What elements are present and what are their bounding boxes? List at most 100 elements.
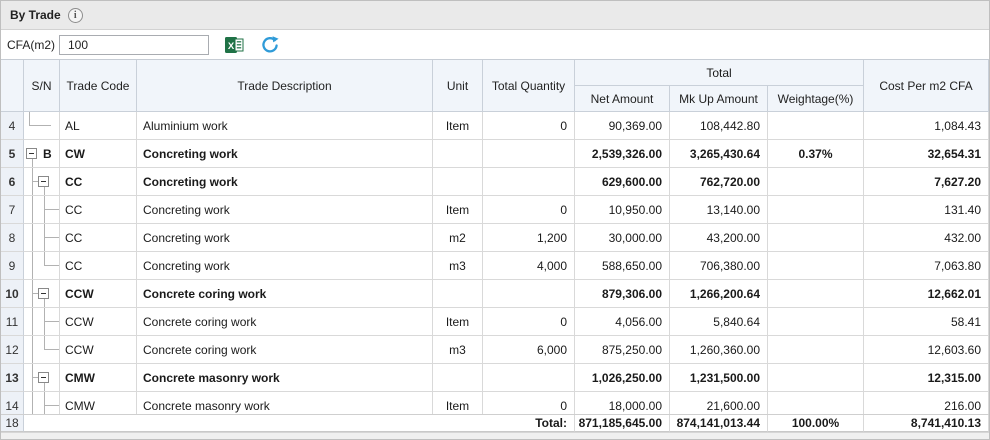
column-header-total-group[interactable]: Total	[575, 60, 864, 86]
total-quantity-cell: 0	[483, 112, 575, 140]
collapse-expander-icon[interactable]	[38, 176, 49, 187]
table-row[interactable]: 6 CC Concreting work 629,600.00 762,720.…	[1, 168, 989, 196]
collapse-expander-icon[interactable]	[38, 288, 49, 299]
table-row[interactable]: 4 AL Aluminium work Item 0 90,369.00 108…	[1, 112, 989, 140]
collapse-expander-icon[interactable]	[26, 148, 37, 159]
collapse-expander-icon[interactable]	[38, 372, 49, 383]
sn-cell	[24, 392, 60, 414]
unit-cell	[433, 364, 483, 392]
table-row[interactable]: 9 CC Concreting work m3 4,000 588,650.00…	[1, 252, 989, 280]
tree-line-vertical	[32, 196, 33, 223]
table-row[interactable]: 13 CMW Concrete masonry work 1,026,250.0…	[1, 364, 989, 392]
total-quantity-cell	[483, 168, 575, 196]
row-number-cell[interactable]: 9	[1, 252, 24, 280]
trade-description-cell: Concreting work	[137, 224, 433, 252]
column-header-mkup-amount[interactable]: Mk Up Amount	[670, 86, 768, 112]
weightage-cell	[768, 280, 864, 308]
table-header: S/N Trade Code Trade Description Unit To…	[1, 59, 989, 112]
row-number-cell[interactable]: 12	[1, 336, 24, 364]
mkup-amount-cell: 762,720.00	[670, 168, 768, 196]
sn-cell: B	[24, 140, 60, 168]
column-header-trade-code[interactable]: Trade Code	[60, 60, 137, 112]
minus-glyph	[41, 293, 46, 294]
table-row[interactable]: 8 CC Concreting work m2 1,200 30,000.00 …	[1, 224, 989, 252]
net-amount-cell: 2,539,326.00	[575, 140, 670, 168]
total-row: 18 Total: 871,185,645.00 874,141,013.44 …	[1, 414, 989, 432]
row-number-cell[interactable]: 13	[1, 364, 24, 392]
cost-per-m2-cell: 432.00	[864, 224, 989, 252]
column-header-sn[interactable]: S/N	[24, 60, 60, 112]
cost-per-m2-cell: 12,603.60	[864, 336, 989, 364]
mkup-amount-cell: 1,260,360.00	[670, 336, 768, 364]
total-row-number: 18	[1, 415, 24, 432]
column-header-unit[interactable]: Unit	[433, 60, 483, 112]
sn-cell	[24, 224, 60, 252]
sn-cell	[24, 280, 60, 308]
table-row[interactable]: 10 CCW Concrete coring work 879,306.00 1…	[1, 280, 989, 308]
cfa-label: CFA(m2)	[7, 37, 55, 52]
excel-export-button[interactable]: X	[223, 34, 245, 56]
column-group-total: Total Net Amount Mk Up Amount Weightage(…	[575, 60, 864, 112]
weightage-cell	[768, 364, 864, 392]
net-amount-cell: 588,650.00	[575, 252, 670, 280]
trade-description-cell: Concreting work	[137, 252, 433, 280]
row-number-cell[interactable]: 10	[1, 280, 24, 308]
row-number-cell[interactable]: 6	[1, 168, 24, 196]
total-quantity-cell: 4,000	[483, 252, 575, 280]
trade-code-cell: CCW	[60, 336, 137, 364]
column-header-cost-per-m2[interactable]: Cost Per m2 CFA	[864, 60, 989, 112]
table-row[interactable]: 14 CMW Concrete masonry work Item 0 18,0…	[1, 392, 989, 414]
row-number-cell[interactable]: 11	[1, 308, 24, 336]
tree-line-vertical	[44, 299, 45, 307]
mkup-amount-cell: 108,442.80	[670, 112, 768, 140]
weightage-cell	[768, 392, 864, 414]
net-amount-cell: 4,056.00	[575, 308, 670, 336]
unit-cell: m2	[433, 224, 483, 252]
table-row[interactable]: 7 CC Concreting work Item 0 10,950.00 13…	[1, 196, 989, 224]
trade-code-cell: CMW	[60, 364, 137, 392]
refresh-button[interactable]	[259, 34, 281, 56]
trade-code-cell: CMW	[60, 392, 137, 414]
trade-description-cell: Concrete coring work	[137, 336, 433, 364]
net-amount-cell: 10,950.00	[575, 196, 670, 224]
info-icon[interactable]: i	[67, 7, 83, 23]
sn-cell	[24, 252, 60, 280]
row-number-cell[interactable]: 4	[1, 112, 24, 140]
column-header-total-quantity[interactable]: Total Quantity	[483, 60, 575, 112]
weightage-cell: 0.37%	[768, 140, 864, 168]
cost-per-m2-cell: 131.40	[864, 196, 989, 224]
column-header-weightage[interactable]: Weightage(%)	[768, 86, 864, 112]
trade-description-cell: Concrete coring work	[137, 280, 433, 308]
weightage-cell	[768, 336, 864, 364]
tree-line-horizontal	[44, 209, 59, 210]
cfa-input[interactable]	[59, 34, 209, 55]
table-row[interactable]: 5 B CW Concreting work 2,539,326.00 3,26…	[1, 140, 989, 168]
mkup-amount-cell: 706,380.00	[670, 252, 768, 280]
row-number-cell[interactable]: 7	[1, 196, 24, 224]
tree-line-vertical	[32, 252, 33, 279]
column-header-trade-description[interactable]: Trade Description	[137, 60, 433, 112]
net-amount-cell: 18,000.00	[575, 392, 670, 414]
unit-cell: Item	[433, 308, 483, 336]
table-row[interactable]: 12 CCW Concrete coring work m3 6,000 875…	[1, 336, 989, 364]
row-number-cell[interactable]: 8	[1, 224, 24, 252]
cost-per-m2-cell: 7,063.80	[864, 252, 989, 280]
table-row[interactable]: 11 CCW Concrete coring work Item 0 4,056…	[1, 308, 989, 336]
total-cost-per-m2: 8,741,410.13	[864, 415, 989, 432]
weightage-cell	[768, 252, 864, 280]
weightage-cell	[768, 168, 864, 196]
row-number-cell[interactable]: 5	[1, 140, 24, 168]
tree-line-horizontal	[44, 237, 59, 238]
tree-line-vertical	[32, 308, 33, 335]
total-quantity-cell: 6,000	[483, 336, 575, 364]
tree-line-horizontal	[29, 125, 51, 126]
sn-cell	[24, 364, 60, 392]
row-number-cell[interactable]: 14	[1, 392, 24, 414]
column-header-net-amount[interactable]: Net Amount	[575, 86, 670, 112]
total-quantity-cell	[483, 140, 575, 168]
total-quantity-cell	[483, 280, 575, 308]
tree-line-vertical	[32, 159, 33, 167]
trade-description-cell: Concreting work	[137, 196, 433, 224]
unit-cell: Item	[433, 196, 483, 224]
tree-line-vertical	[44, 336, 45, 350]
